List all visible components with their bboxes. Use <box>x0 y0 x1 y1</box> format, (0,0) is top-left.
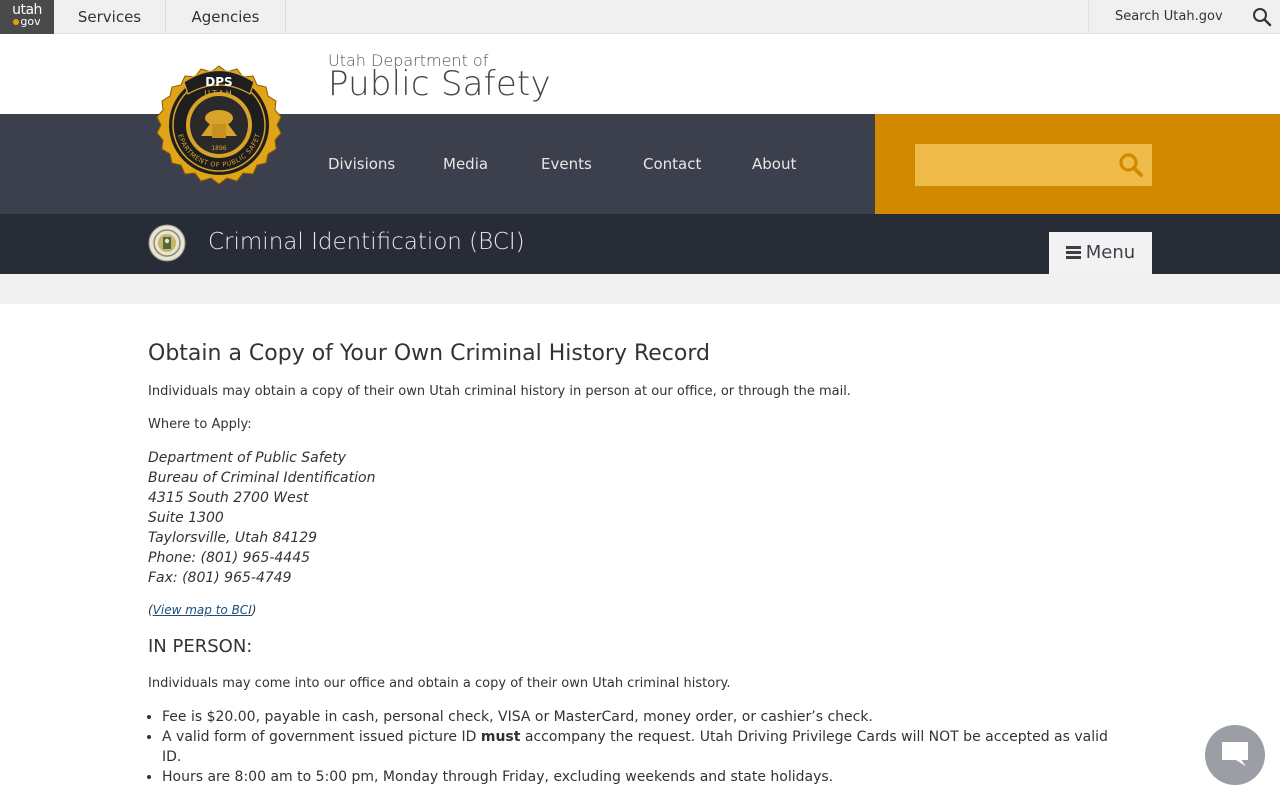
breadcrumb-band <box>0 274 1280 304</box>
site-search-input[interactable] <box>915 144 1152 186</box>
where-to-apply-label: Where to Apply: <box>148 417 252 432</box>
address-line: Taylorsville, Utah 84129 <box>148 530 318 546</box>
logo-dot <box>13 19 20 25</box>
list-item-id: A valid form of government issued pictur… <box>162 727 1128 767</box>
main-nav <box>0 114 875 214</box>
nav-events[interactable]: Events <box>541 114 592 214</box>
nav-contact[interactable]: Contact <box>643 114 701 214</box>
view-map-link[interactable]: View map to BCI <box>153 603 252 617</box>
address-line: 4315 South 2700 West <box>148 490 309 506</box>
nav-divisions[interactable]: Divisions <box>328 114 395 214</box>
in-person-text: Individuals may come into our office and… <box>148 676 731 691</box>
bci-badge-icon <box>148 224 186 262</box>
seal-year: 1896 <box>211 145 226 152</box>
menu-button[interactable]: Menu <box>1049 232 1152 274</box>
chat-icon <box>1222 742 1248 768</box>
search-icon[interactable] <box>1252 7 1272 27</box>
main-content: Obtain a Copy of Your Own Criminal Histo… <box>148 340 1128 787</box>
dps-seal-logo[interactable]: 1896 DPS UTAH DEPARTMENT OF PUBLIC SAFET… <box>154 54 284 194</box>
in-person-heading: IN PERSON: <box>148 636 253 657</box>
gov-logo-text: gov <box>20 15 41 28</box>
utah-gov-bar: utah gov Services Agencies Search Utah.g… <box>0 0 1280 34</box>
dept-title[interactable]: Public Safety <box>328 64 551 104</box>
utah-gov-search[interactable]: Search Utah.gov <box>1088 0 1280 34</box>
nav-media[interactable]: Media <box>443 114 488 214</box>
bci-address: Department of Public Safety Bureau of Cr… <box>148 448 1128 588</box>
map-paren-close: ) <box>251 603 257 617</box>
phone-line: Phone: (801) 965-4445 <box>148 550 311 566</box>
agencies-link[interactable]: Agencies <box>166 0 286 34</box>
chat-widget-button[interactable] <box>1205 725 1265 785</box>
seal-dps-text: DPS <box>205 75 232 89</box>
fax-line: Fax: (801) 965-4749 <box>148 570 292 586</box>
id-text-pre: A valid form of government issued pictur… <box>162 729 481 745</box>
address-line: Bureau of Criminal Identification <box>148 470 376 486</box>
seal-utah-text: UTAH <box>204 89 234 98</box>
menu-label: Menu <box>1085 242 1136 263</box>
requirements-list: Fee is $20.00, payable in cash, personal… <box>162 707 1128 787</box>
hamburger-icon <box>1065 246 1081 259</box>
map-link-line: (View map to BCI) <box>148 600 1128 620</box>
site-search-icon[interactable] <box>1118 152 1144 178</box>
search-utah-label: Search Utah.gov <box>1115 9 1223 24</box>
intro-text: Individuals may obtain a copy of their o… <box>148 384 851 399</box>
list-item-hours: Hours are 8:00 am to 5:00 pm, Monday thr… <box>162 767 1128 787</box>
id-text-bold: must <box>480 729 521 745</box>
services-link[interactable]: Services <box>54 0 166 34</box>
address-line: Suite 1300 <box>148 510 224 526</box>
page-title: Obtain a Copy of Your Own Criminal Histo… <box>148 341 710 366</box>
address-line: Department of Public Safety <box>148 450 347 466</box>
list-item-fee: Fee is $20.00, payable in cash, personal… <box>162 707 1128 727</box>
division-title[interactable]: Criminal Identification (BCI) <box>208 229 525 255</box>
nav-about[interactable]: About <box>752 114 796 214</box>
utah-gov-logo[interactable]: utah gov <box>0 0 54 34</box>
